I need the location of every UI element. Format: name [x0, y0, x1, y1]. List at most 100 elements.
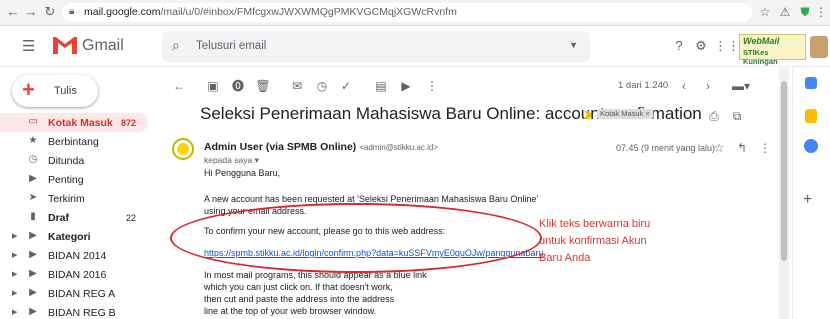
- search-input[interactable]: ⌕ Telusuri email ▼: [162, 31, 590, 62]
- menu-dots-icon[interactable]: ⋮: [813, 4, 829, 20]
- tasks-icon[interactable]: [804, 139, 818, 153]
- keep-icon[interactable]: [805, 109, 817, 123]
- sidebar-item-berbintang[interactable]: ★ Berbintang: [0, 132, 148, 151]
- inbox-label-chip[interactable]: Kotak Masuk ×: [597, 109, 653, 119]
- recipient-line[interactable]: kepada saya ▾: [204, 155, 259, 166]
- sidebar-item-kategori[interactable]: ▶ ▶ Kategori: [0, 227, 148, 246]
- expand-arrow-icon[interactable]: ▶: [12, 232, 17, 240]
- scrollbar-thumb[interactable]: [781, 81, 787, 261]
- lock-icon: 🔒︎: [69, 6, 75, 17]
- expand-arrow-icon[interactable]: ▶: [12, 308, 17, 316]
- inbox-icon: ▭: [28, 116, 38, 127]
- important-icon: ▶: [29, 173, 37, 184]
- add-task-icon[interactable]: ✓: [338, 78, 354, 94]
- gear-icon[interactable]: ⚙: [692, 37, 710, 55]
- sidebar-item-label: Ditunda: [48, 155, 85, 167]
- greeting-text: Hi Pengguna Baru,: [204, 168, 281, 178]
- pager-text: 1 dari 1.240: [618, 80, 669, 91]
- more-icon[interactable]: ⋮: [424, 78, 440, 94]
- plus-icon: +: [22, 77, 35, 102]
- sidebar-item-bidan-reg-a[interactable]: ▶ ▶ BIDAN REG A: [0, 284, 148, 303]
- app-name: Gmail: [82, 37, 124, 54]
- annotation-line-3: Baru Anda: [539, 252, 591, 264]
- compose-button[interactable]: + Tulis: [12, 75, 98, 107]
- sidebar-item-label: Berbintang: [48, 136, 99, 148]
- forward-arrow-icon[interactable]: →: [22, 3, 40, 21]
- label-icon[interactable]: ▶: [398, 78, 414, 94]
- back-to-inbox-icon[interactable]: ←: [171, 78, 187, 94]
- label-icon: ▶: [29, 306, 37, 317]
- search-options-icon[interactable]: ▼: [569, 40, 578, 50]
- annotation-line-2: untuk konfirmasi Akun: [539, 235, 647, 247]
- sidebar-item-label: BIDAN 2016: [48, 269, 107, 281]
- help-icon[interactable]: ?: [670, 37, 688, 55]
- annotation-line-1: Klik teks berwarna biru: [539, 218, 651, 230]
- sidebar-item-label: Terkirim: [48, 193, 85, 205]
- gmail-logo[interactable]: [52, 34, 78, 58]
- clock-icon: ◷: [28, 154, 38, 165]
- label-icon: ▶: [29, 230, 37, 241]
- url-text: mail.google.com/mail/u/0/#inbox/FMfcgxwJ…: [84, 6, 457, 18]
- calendar-icon[interactable]: [805, 77, 817, 89]
- expand-arrow-icon[interactable]: ▶: [12, 289, 17, 297]
- sidebar-item-ditunda[interactable]: ◷ Ditunda: [0, 151, 148, 170]
- side-panel: +: [792, 67, 830, 319]
- sidebar-item-count: 872: [120, 118, 136, 128]
- sidebar-item-label: BIDAN REG A: [48, 288, 116, 300]
- scrollbar[interactable]: [779, 67, 789, 319]
- sender-avatar: [172, 138, 194, 160]
- webmail-logo[interactable]: WebMail STIKes Kuningan: [739, 34, 806, 66]
- annotation-ellipse: [170, 203, 542, 273]
- apps-grid-icon[interactable]: ⋮⋮: [714, 37, 740, 55]
- hamburger-menu-icon[interactable]: ☰: [22, 38, 35, 56]
- new-window-icon[interactable]: ⧉: [729, 108, 745, 124]
- older-icon[interactable]: ›: [700, 78, 716, 94]
- browser-toolbar: ← → ↻ 🔒︎ mail.google.com/mail/u/0/#inbox…: [0, 0, 830, 26]
- newer-icon[interactable]: ‹: [676, 78, 692, 94]
- move-to-icon[interactable]: ▤: [373, 78, 389, 94]
- delete-icon[interactable]: 🗑︎: [255, 78, 271, 94]
- star-icon: ★: [28, 135, 38, 146]
- sidebar-item-label: Kategori: [48, 231, 91, 243]
- reload-icon[interactable]: ↻: [41, 3, 59, 21]
- input-tools-icon[interactable]: ▬▾: [730, 78, 752, 94]
- send-icon: ➤: [28, 192, 38, 203]
- search-icon[interactable]: ⌕: [172, 37, 180, 54]
- sidebar-item-label: BIDAN 2014: [48, 250, 107, 262]
- gmail-window: ← → ↻ 🔒︎ mail.google.com/mail/u/0/#inbox…: [0, 0, 830, 319]
- label-icon: ▶: [29, 249, 37, 260]
- sidebar-item-label: Penting: [48, 174, 84, 186]
- body-line-5: which you can just click on. If that doe…: [204, 282, 393, 292]
- extension-icon[interactable]: ⚠: [777, 4, 793, 20]
- address-bar[interactable]: 🔒︎ mail.google.com/mail/u/0/#inbox/FMfcg…: [62, 3, 752, 22]
- sidebar-item-bidan-reg-b[interactable]: ▶ ▶ BIDAN REG B: [0, 303, 148, 319]
- sidebar-item-penting[interactable]: ▶ Penting: [0, 170, 148, 189]
- label-icon: ▶: [29, 287, 37, 298]
- print-icon[interactable]: ⎙: [706, 108, 722, 124]
- sidebar-item-bidan-2016[interactable]: ▶ ▶ BIDAN 2016: [0, 265, 148, 284]
- sidebar-item-bidan-2014[interactable]: ▶ ▶ BIDAN 2014: [0, 246, 148, 265]
- snooze-icon[interactable]: ◷: [314, 78, 330, 94]
- sidebar-item-draf[interactable]: ▮ Draf 22: [0, 208, 148, 227]
- reply-icon[interactable]: ↰: [734, 140, 750, 156]
- mark-unread-icon[interactable]: ✉: [289, 78, 305, 94]
- more-options-icon[interactable]: ⋮: [757, 140, 773, 156]
- avatar[interactable]: [810, 36, 828, 58]
- expand-arrow-icon[interactable]: ▶: [12, 270, 17, 278]
- star-bookmark-icon[interactable]: ☆: [757, 4, 773, 20]
- search-placeholder: Telusuri email: [196, 40, 267, 52]
- report-spam-icon[interactable]: ⓿: [230, 78, 246, 94]
- sidebar-item-terkirim[interactable]: ➤ Terkirim: [0, 189, 148, 208]
- message-time: 07.45 (9 menit yang lalu): [616, 143, 716, 153]
- back-arrow-icon[interactable]: ←: [4, 3, 22, 21]
- expand-arrow-icon[interactable]: ▶: [12, 251, 17, 259]
- sidebar-item-count: 22: [125, 213, 136, 223]
- draft-icon: ▮: [30, 211, 36, 222]
- shield-icon[interactable]: ⛊: [797, 4, 813, 20]
- sidebar-item-kotak-masuk[interactable]: ▭ Kotak Masuk 872: [0, 113, 148, 132]
- label-icon: ▶: [29, 268, 37, 279]
- sidebar-item-label: BIDAN REG B: [48, 307, 116, 319]
- star-icon[interactable]: ☆: [711, 140, 727, 156]
- archive-icon[interactable]: ▣: [205, 78, 221, 94]
- add-addon-icon[interactable]: +: [803, 191, 812, 209]
